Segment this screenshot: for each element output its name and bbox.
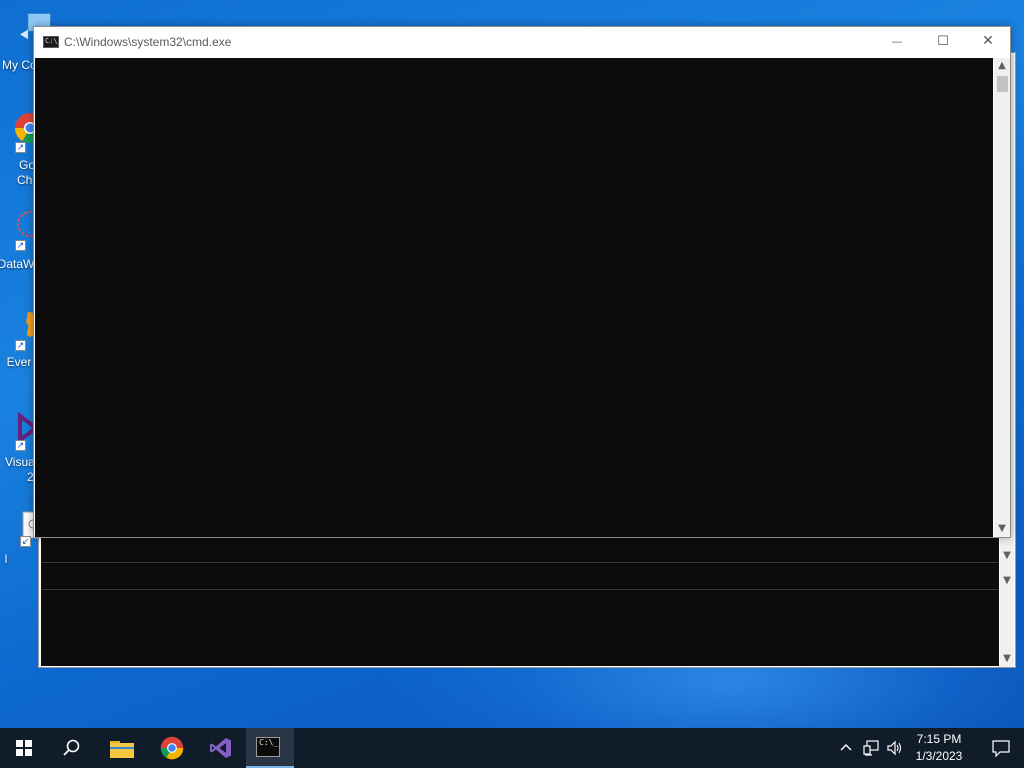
volume-button[interactable] — [884, 728, 906, 768]
speaker-icon — [887, 740, 902, 756]
cmd-icon: C:\_ — [256, 737, 280, 757]
network-button[interactable] — [860, 728, 882, 768]
minimize-button[interactable]: — — [874, 27, 920, 57]
search-button[interactable] — [48, 728, 96, 768]
scroll-down-arrow-icon[interactable]: ▼ — [994, 521, 1010, 537]
chrome-icon — [160, 736, 184, 760]
taskbar: C:\_ 7:15 PM 1/3/2023 — [0, 728, 1024, 768]
cmd-app-icon-text: C:\_ — [45, 37, 62, 45]
action-center-button[interactable] — [978, 728, 1024, 768]
cmd-button[interactable]: C:\_ — [246, 728, 294, 768]
clock-button[interactable]: 7:15 PM 1/3/2023 — [906, 731, 972, 765]
network-icon — [863, 740, 879, 756]
window-title: C:\Windows\system32\cmd.exe — [64, 35, 232, 49]
windows-logo-icon — [16, 740, 32, 756]
minimize-icon: — — [891, 35, 903, 48]
shortcut-arrow-icon: ↗ — [15, 340, 26, 351]
show-hidden-icons-button[interactable] — [836, 728, 856, 768]
maximize-button[interactable]: ☐ — [920, 27, 966, 57]
shortcut-arrow-icon: ↗ — [15, 440, 26, 451]
scroll-up-arrow-icon[interactable]: ▲ — [994, 58, 1010, 74]
console-pane — [41, 563, 999, 589]
scroll-down-arrow-icon[interactable]: ▼ — [1001, 653, 1013, 664]
clock-time: 7:15 PM — [916, 732, 962, 746]
chevron-up-icon — [840, 744, 852, 751]
close-icon: ✕ — [982, 33, 994, 49]
scrollbar-thumb[interactable] — [997, 76, 1008, 92]
console-output[interactable] — [35, 58, 993, 537]
visual-studio-button[interactable] — [197, 728, 245, 768]
file-explorer-button[interactable] — [98, 728, 146, 768]
start-button[interactable] — [0, 728, 48, 768]
desktop-icon-label: l — [4, 552, 8, 566]
scroll-down-arrow-icon[interactable]: ▼ — [1001, 575, 1013, 586]
visual-studio-icon — [210, 738, 231, 758]
console-pane — [41, 590, 999, 666]
folder-icon — [110, 741, 134, 758]
clock-date: 1/3/2023 — [915, 749, 963, 763]
title-bar[interactable]: C:\_ C:\Windows\system32\cmd.exe — ☐ ✕ — [34, 27, 1010, 57]
close-button[interactable]: ✕ — [965, 27, 1011, 57]
chrome-button[interactable] — [148, 728, 196, 768]
desktop: My Co ↗ Go Ch ↗ DataW ↗ Ever ↗ Visua 2 ↙… — [0, 0, 1024, 768]
vertical-scrollbar[interactable]: ▲ ▼ — [994, 58, 1010, 537]
scroll-down-arrow-icon[interactable]: ▼ — [1001, 550, 1013, 561]
notification-icon — [992, 740, 1010, 757]
search-icon — [63, 739, 80, 756]
shortcut-arrow-icon: ↗ — [15, 240, 26, 251]
shortcut-arrow-icon: ↗ — [15, 142, 26, 153]
shortcut-arrow-icon: ↙ — [20, 536, 31, 547]
cmd-app-icon[interactable]: C:\_ — [43, 36, 62, 48]
maximize-icon: ☐ — [937, 34, 949, 49]
console-pane — [41, 537, 999, 562]
cmd-window[interactable]: C:\_ C:\Windows\system32\cmd.exe — ☐ ✕ ▲… — [33, 26, 1011, 538]
